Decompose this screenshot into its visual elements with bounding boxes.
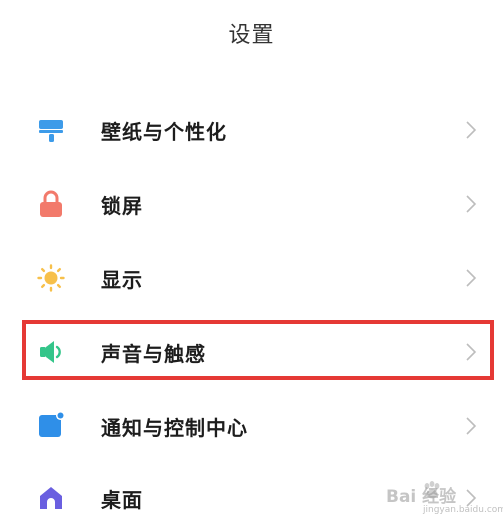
settings-item-lockscreen[interactable]: 锁屏 [0,174,503,234]
paw-icon [424,481,440,499]
wallpaper-brush-icon [39,120,63,142]
chevron-right-icon [466,417,477,435]
settings-item-wallpaper[interactable]: 壁纸与个性化 [0,100,503,160]
chevron-right-icon [466,121,477,139]
page-title: 设置 [228,23,275,48]
settings-item-notifications[interactable]: 通知与控制中心 [0,396,503,456]
chevron-right-icon [466,269,477,287]
chevron-right-icon [466,195,477,213]
home-icon [40,487,62,509]
settings-item-label: 壁纸与个性化 [101,120,227,144]
settings-item-label: 显示 [101,268,143,292]
watermark-subtext: jingyan.baidu.com [423,505,503,515]
brightness-sun-icon [37,264,65,292]
highlight-box [22,320,494,380]
settings-item-display[interactable]: 显示 [0,248,503,308]
settings-item-label: 通知与控制中心 [101,416,248,440]
settings-item-label: 锁屏 [101,194,143,218]
notification-icon [39,412,65,437]
settings-item-label: 桌面 [101,488,143,512]
lock-icon [40,190,62,217]
